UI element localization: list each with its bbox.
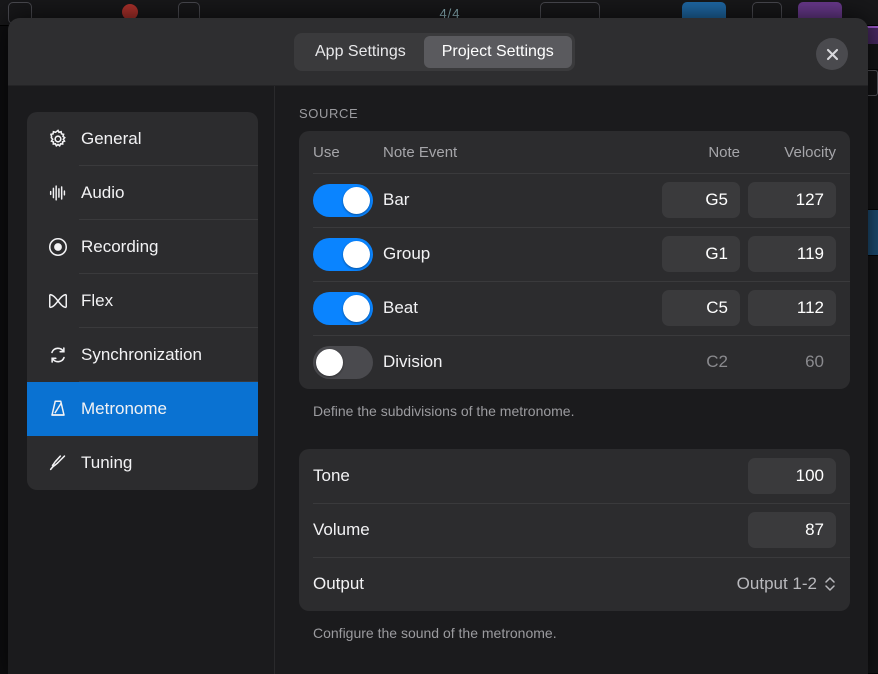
tuning-fork-icon xyxy=(41,452,75,474)
sidebar-item-tuning[interactable]: Tuning xyxy=(27,436,258,490)
setting-row-output: Output Output 1-2 xyxy=(299,557,850,611)
sound-settings-card: Tone 100 Volume 87 Output Output 1-2 xyxy=(299,449,850,611)
waveform-icon xyxy=(41,182,75,204)
close-button[interactable] xyxy=(816,38,848,70)
note-event-name: Bar xyxy=(383,190,656,210)
dialog-header: App Settings Project Settings xyxy=(8,18,868,86)
setting-row-tone: Tone 100 xyxy=(299,449,850,503)
settings-scope-segmented-control[interactable]: App Settings Project Settings xyxy=(294,33,575,71)
chevron-up-down-icon xyxy=(824,574,836,594)
table-row: Beat C5 112 xyxy=(299,281,850,335)
column-header-note-event: Note Event xyxy=(383,144,656,161)
sidebar-item-label: Audio xyxy=(81,183,124,203)
output-popup-button[interactable]: Output 1-2 xyxy=(737,574,836,594)
sidebar-item-flex[interactable]: Flex xyxy=(27,274,258,328)
flex-icon xyxy=(41,290,75,312)
toggle-beat[interactable] xyxy=(313,292,373,325)
cell-note: C2 xyxy=(656,344,740,380)
cell-note: G1 xyxy=(656,236,740,272)
column-header-note: Note xyxy=(656,144,740,161)
cell-velocity: 112 xyxy=(740,290,836,326)
cell-note: C5 xyxy=(656,290,740,326)
close-icon xyxy=(825,47,840,62)
note-event-name: Group xyxy=(383,244,656,264)
table-row: Division C2 60 xyxy=(299,335,850,389)
source-table: Use Note Event Note Velocity Bar G5 xyxy=(299,131,850,389)
sidebar-item-label: Metronome xyxy=(81,399,167,419)
sidebar-item-recording[interactable]: Recording xyxy=(27,220,258,274)
table-row: Group G1 119 xyxy=(299,227,850,281)
source-section-label: SOURCE xyxy=(299,106,850,121)
settings-sidebar: General Audio xyxy=(8,86,275,674)
setting-row-volume: Volume 87 xyxy=(299,503,850,557)
metronome-icon xyxy=(41,398,75,420)
velocity-field-group[interactable]: 119 xyxy=(748,236,836,272)
velocity-field-bar[interactable]: 127 xyxy=(748,182,836,218)
table-row: Bar G5 127 xyxy=(299,173,850,227)
cell-use xyxy=(313,238,383,271)
source-caption: Define the subdivisions of the metronome… xyxy=(299,389,850,419)
sidebar-item-label: General xyxy=(81,129,141,149)
cell-use xyxy=(313,184,383,217)
note-event-name: Beat xyxy=(383,298,656,318)
dialog-body: General Audio xyxy=(8,86,868,674)
toggle-bar[interactable] xyxy=(313,184,373,217)
sidebar-item-general[interactable]: General xyxy=(27,112,258,166)
tone-field[interactable]: 100 xyxy=(748,458,836,494)
toggle-knob xyxy=(343,241,370,268)
column-header-velocity: Velocity xyxy=(740,144,836,161)
toggle-division[interactable] xyxy=(313,346,373,379)
cell-velocity: 119 xyxy=(740,236,836,272)
toggle-knob xyxy=(316,349,343,376)
sync-arrows-icon xyxy=(41,344,75,366)
velocity-field-beat[interactable]: 112 xyxy=(748,290,836,326)
column-header-use: Use xyxy=(313,144,383,161)
sidebar-item-audio[interactable]: Audio xyxy=(27,166,258,220)
cell-velocity: 127 xyxy=(740,182,836,218)
gear-icon xyxy=(41,128,75,150)
note-field-division[interactable]: C2 xyxy=(662,344,740,380)
note-field-group[interactable]: G1 xyxy=(662,236,740,272)
velocity-field-division[interactable]: 60 xyxy=(748,344,836,380)
settings-content: SOURCE Use Note Event Note Velocity Bar xyxy=(275,86,868,674)
section-spacer xyxy=(299,419,850,449)
source-table-header: Use Note Event Note Velocity xyxy=(299,131,850,173)
sidebar-item-metronome[interactable]: Metronome xyxy=(27,382,258,436)
tab-app-settings[interactable]: App Settings xyxy=(297,36,424,68)
sidebar-item-label: Flex xyxy=(81,291,113,311)
sidebar-item-label: Tuning xyxy=(81,453,132,473)
note-event-name: Division xyxy=(383,352,656,372)
output-popup-value: Output 1-2 xyxy=(737,574,817,594)
cell-velocity: 60 xyxy=(740,344,836,380)
setting-label-tone: Tone xyxy=(313,466,748,486)
sidebar-list: General Audio xyxy=(27,112,258,490)
sidebar-item-label: Synchronization xyxy=(81,345,202,365)
cell-use xyxy=(313,292,383,325)
cell-note: G5 xyxy=(656,182,740,218)
note-field-bar[interactable]: G5 xyxy=(662,182,740,218)
setting-label-output: Output xyxy=(313,574,737,594)
project-settings-window: App Settings Project Settings xyxy=(8,18,868,674)
toggle-knob xyxy=(343,187,370,214)
record-circle-icon xyxy=(41,236,75,258)
toggle-knob xyxy=(343,295,370,322)
toggle-group[interactable] xyxy=(313,238,373,271)
volume-field[interactable]: 87 xyxy=(748,512,836,548)
cell-use xyxy=(313,346,383,379)
sidebar-item-synchronization[interactable]: Synchronization xyxy=(27,328,258,382)
setting-label-volume: Volume xyxy=(313,520,748,540)
sound-caption: Configure the sound of the metronome. xyxy=(299,611,850,641)
sidebar-item-label: Recording xyxy=(81,237,159,257)
tab-project-settings[interactable]: Project Settings xyxy=(424,36,572,68)
note-field-beat[interactable]: C5 xyxy=(662,290,740,326)
